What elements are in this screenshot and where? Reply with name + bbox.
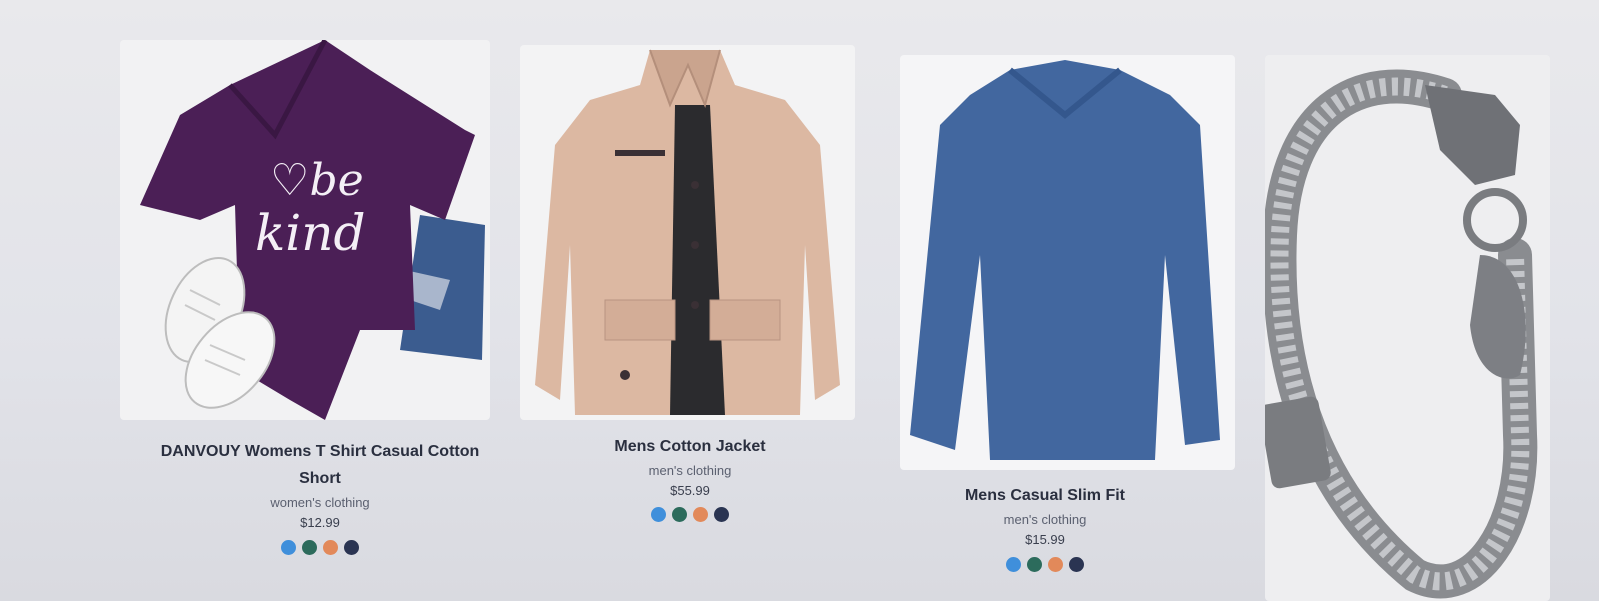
product-price-1: $12.99 bbox=[300, 515, 340, 530]
product-image-2[interactable] bbox=[520, 45, 855, 420]
swatch-blue[interactable] bbox=[281, 540, 296, 555]
jacket-image bbox=[535, 49, 840, 415]
swatch-navy[interactable] bbox=[1069, 557, 1084, 572]
swatch-orange[interactable] bbox=[1048, 557, 1063, 572]
color-swatches-3 bbox=[875, 557, 1215, 572]
swatch-blue[interactable] bbox=[651, 507, 666, 522]
tshirt-image: ♡be kind bbox=[140, 40, 485, 420]
color-swatches-2 bbox=[520, 507, 860, 522]
product-image-4[interactable] bbox=[1265, 55, 1550, 601]
product-price-3: $15.99 bbox=[1025, 532, 1065, 547]
swatch-navy[interactable] bbox=[714, 507, 729, 522]
color-swatches-1 bbox=[150, 540, 490, 555]
bracelet-image bbox=[1265, 69, 1538, 599]
swatch-green[interactable] bbox=[672, 507, 687, 522]
swatch-navy[interactable] bbox=[344, 540, 359, 555]
swatch-orange[interactable] bbox=[693, 507, 708, 522]
swatch-green[interactable] bbox=[302, 540, 317, 555]
longsleeve-shirt-image bbox=[910, 60, 1220, 460]
product-image-3[interactable] bbox=[900, 55, 1235, 470]
product-category-1: women's clothing bbox=[270, 495, 370, 510]
product-title-1[interactable]: DANVOUY Womens T Shirt Casual Cotton Sho… bbox=[150, 438, 490, 492]
product-category-2: men's clothing bbox=[648, 463, 732, 478]
product-title-3[interactable]: Mens Casual Slim Fit bbox=[875, 482, 1215, 509]
svg-text:kind: kind bbox=[255, 204, 366, 262]
product-title-2[interactable]: Mens Cotton Jacket bbox=[520, 433, 860, 460]
tshirt-print: ♡be bbox=[270, 155, 364, 206]
swatch-green[interactable] bbox=[1027, 557, 1042, 572]
product-category-3: men's clothing bbox=[1003, 512, 1087, 527]
swatch-blue[interactable] bbox=[1006, 557, 1021, 572]
product-image-1[interactable]: ♡be kind bbox=[120, 40, 490, 420]
product-price-2: $55.99 bbox=[670, 483, 710, 498]
swatch-orange[interactable] bbox=[323, 540, 338, 555]
